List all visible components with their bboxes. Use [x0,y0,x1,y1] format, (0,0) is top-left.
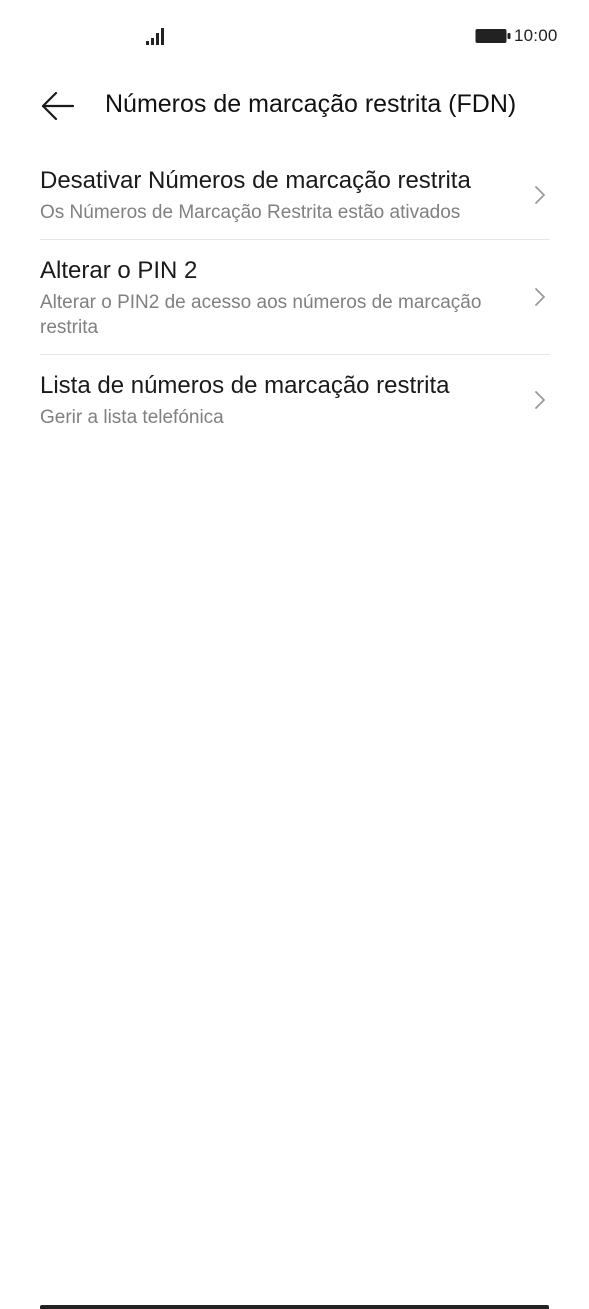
list-item-disable-fdn[interactable]: Desativar Números de marcação restrita O… [40,150,550,240]
chevron-right-icon [535,185,545,204]
item-title: Alterar o PIN 2 [40,257,198,284]
app-header: Números de marcação restrita (FDN) [0,72,589,140]
item-subtitle: Os Números de Marcação Restrita estão at… [40,202,461,223]
item-subtitle: Alterar o PIN2 de acesso aos números de … [40,292,482,338]
chevron-right-icon [535,390,545,409]
item-subtitle: Gerir a lista telefónica [40,407,224,428]
arrow-left-icon [41,92,75,120]
back-button[interactable] [34,84,82,128]
battery-icon [475,29,511,43]
signal-bars-icon [146,28,164,45]
settings-list: Desativar Números de marcação restrita O… [40,150,550,444]
item-title: Desativar Números de marcação restrita [40,167,471,194]
list-item-change-pin2[interactable]: Alterar o PIN 2 Alterar o PIN2 de acesso… [40,240,550,355]
list-item-fdn-list[interactable]: Lista de números de marcação restrita Ge… [40,355,550,444]
page-title: Números de marcação restrita (FDN) [105,90,517,118]
chevron-right-icon [535,288,545,306]
gesture-navigation-bar[interactable] [40,1305,549,1309]
status-time: 10:00 [514,26,558,45]
item-title: Lista de números de marcação restrita [40,372,450,399]
status-bar: 10:00 [0,0,589,72]
